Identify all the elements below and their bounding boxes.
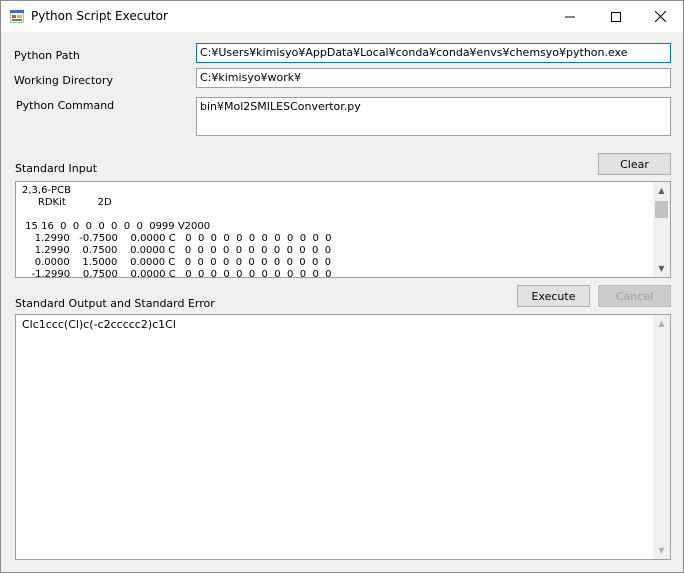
standard-input-textarea[interactable]: 2,3,6-PCB RDKit 2D 15 16 0 0 0 0 0 0 0 0… [15, 181, 671, 278]
execute-button[interactable]: Execute [517, 285, 590, 307]
python-path-input[interactable]: C:¥Users¥kimisyo¥AppData¥Local¥conda¥con… [196, 43, 671, 63]
maximize-button[interactable] [593, 1, 639, 32]
python-command-label: Python Command [16, 99, 115, 112]
scroll-thumb[interactable] [655, 201, 668, 218]
scroll-down-icon[interactable]: ▼ [653, 260, 670, 277]
standard-output-textarea[interactable]: Clc1ccc(Cl)c(-c2ccccc2)c1Cl ▲ ▼ [15, 314, 671, 560]
standard-input-label: Standard Input [15, 162, 98, 175]
scroll-down-icon[interactable]: ▼ [653, 542, 670, 559]
clear-button[interactable]: Clear [598, 153, 671, 175]
close-icon [654, 11, 666, 22]
standard-input-text: 2,3,6-PCB RDKit 2D 15 16 0 0 0 0 0 0 0 0… [22, 185, 332, 278]
title-bar: Python Script Executor [1, 1, 683, 32]
minimize-icon [565, 16, 575, 17]
app-icon [10, 10, 24, 23]
standard-input-scrollbar[interactable]: ▲ ▼ [653, 182, 670, 277]
standard-output-text: Clc1ccc(Cl)c(-c2ccccc2)c1Cl [22, 318, 176, 331]
maximize-icon [611, 11, 621, 22]
window-title: Python Script Executor [31, 9, 168, 23]
cancel-button[interactable]: Cancel [598, 285, 671, 307]
python-command-input[interactable]: bin¥Mol2SMILESConvertor.py [196, 97, 671, 136]
close-button[interactable] [637, 1, 683, 32]
standard-output-scrollbar[interactable]: ▲ ▼ [653, 315, 670, 559]
scroll-up-icon[interactable]: ▲ [653, 315, 670, 332]
main-window: Python Script Executor Python Path C:¥Us… [0, 0, 684, 573]
scroll-up-icon[interactable]: ▲ [653, 182, 670, 199]
working-directory-input[interactable]: C:¥kimisyo¥work¥ [196, 68, 671, 88]
python-path-label: Python Path [14, 49, 80, 62]
minimize-button[interactable] [547, 1, 593, 32]
working-directory-label: Working Directory [14, 74, 114, 87]
standard-output-label: Standard Output and Standard Error [15, 297, 215, 310]
